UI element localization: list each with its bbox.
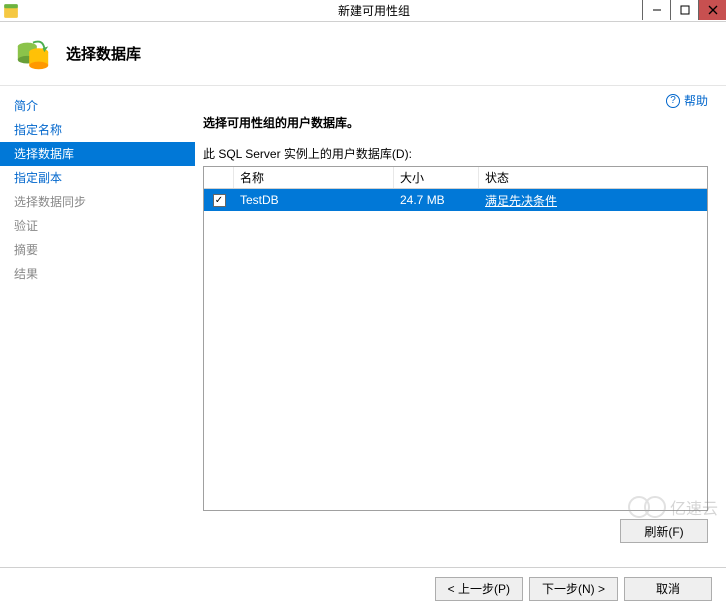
help-label: 帮助 bbox=[684, 92, 708, 109]
step-validate[interactable]: 验证 bbox=[0, 214, 195, 238]
instruction-text: 选择可用性组的用户数据库。 bbox=[203, 114, 708, 131]
close-button[interactable] bbox=[698, 0, 726, 20]
step-specify-name[interactable]: 指定名称 bbox=[0, 118, 195, 142]
database-table: 名称 大小 状态 ✓ TestDB 24.7 MB 满足先决条件 bbox=[203, 166, 708, 511]
step-select-database[interactable]: 选择数据库 bbox=[0, 142, 195, 166]
window-title: 新建可用性组 bbox=[22, 2, 726, 19]
cancel-button[interactable]: 取消 bbox=[624, 577, 712, 601]
col-header-check[interactable] bbox=[204, 167, 234, 188]
row-name: TestDB bbox=[234, 189, 394, 211]
table-row[interactable]: ✓ TestDB 24.7 MB 满足先决条件 bbox=[204, 189, 707, 211]
window-controls bbox=[642, 0, 726, 20]
previous-button[interactable]: < 上一步(P) bbox=[435, 577, 523, 601]
col-header-size[interactable]: 大小 bbox=[394, 167, 479, 188]
col-header-status[interactable]: 状态 bbox=[479, 167, 707, 188]
wizard-header: 选择数据库 bbox=[0, 22, 726, 86]
step-summary[interactable]: 摘要 bbox=[0, 238, 195, 262]
step-intro[interactable]: 简介 bbox=[0, 94, 195, 118]
col-header-name[interactable]: 名称 bbox=[234, 167, 394, 188]
refresh-button[interactable]: 刷新(F) bbox=[620, 519, 708, 543]
minimize-button[interactable] bbox=[642, 0, 670, 20]
row-checkbox-cell[interactable]: ✓ bbox=[204, 189, 234, 211]
titlebar: 新建可用性组 bbox=[0, 0, 726, 22]
database-icon bbox=[14, 35, 52, 73]
step-specify-replica[interactable]: 指定副本 bbox=[0, 166, 195, 190]
app-icon bbox=[0, 0, 22, 22]
help-link[interactable]: ? 帮助 bbox=[666, 92, 708, 109]
maximize-button[interactable] bbox=[670, 0, 698, 20]
help-icon: ? bbox=[666, 94, 680, 108]
step-result[interactable]: 结果 bbox=[0, 262, 195, 286]
wizard-body: 简介 指定名称 选择数据库 指定副本 选择数据同步 验证 摘要 结果 ? 帮助 … bbox=[0, 86, 726, 567]
wizard-footer: < 上一步(P) 下一步(N) > 取消 bbox=[0, 567, 726, 609]
wizard-content: ? 帮助 选择可用性组的用户数据库。 此 SQL Server 实例上的用户数据… bbox=[195, 86, 726, 567]
next-button[interactable]: 下一步(N) > bbox=[529, 577, 618, 601]
step-data-sync[interactable]: 选择数据同步 bbox=[0, 190, 195, 214]
page-title: 选择数据库 bbox=[66, 43, 141, 64]
wizard-steps: 简介 指定名称 选择数据库 指定副本 选择数据同步 验证 摘要 结果 bbox=[0, 86, 195, 567]
row-status[interactable]: 满足先决条件 bbox=[479, 189, 707, 211]
table-header: 名称 大小 状态 bbox=[204, 167, 707, 189]
row-size: 24.7 MB bbox=[394, 189, 479, 211]
table-label: 此 SQL Server 实例上的用户数据库(D): bbox=[203, 145, 708, 162]
checkbox-icon[interactable]: ✓ bbox=[213, 194, 226, 207]
